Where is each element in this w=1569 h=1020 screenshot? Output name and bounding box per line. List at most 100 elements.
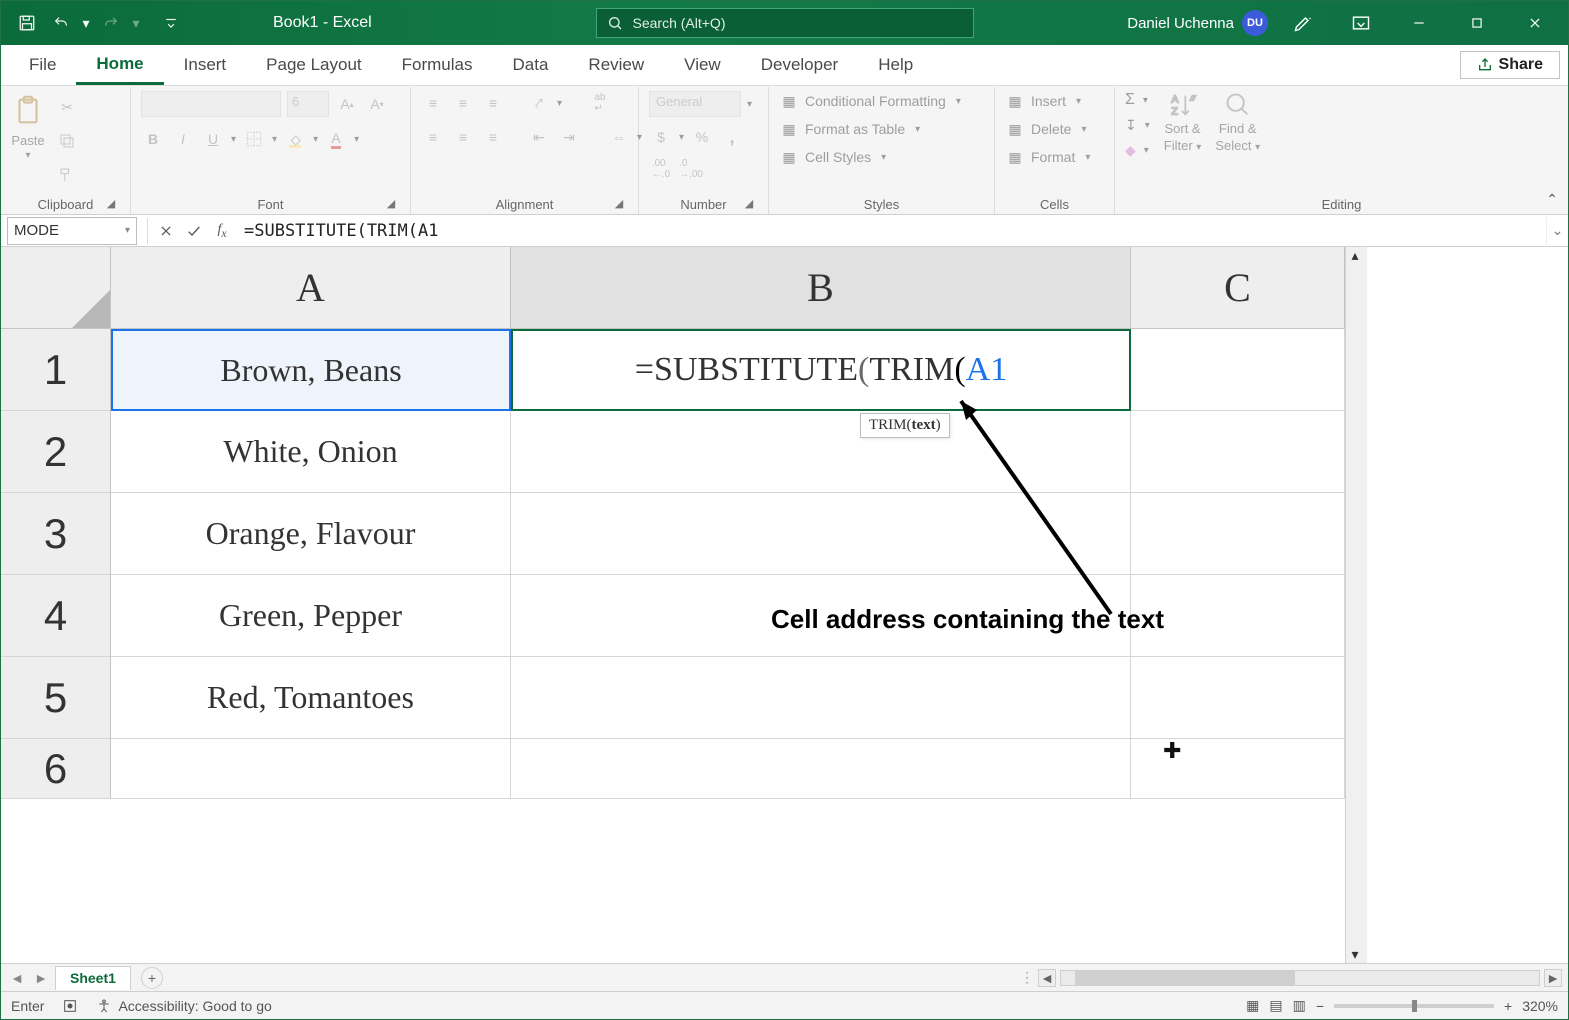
cell-A4[interactable]: Green, Pepper: [111, 575, 511, 657]
underline-button[interactable]: U: [201, 127, 225, 151]
cell-B3[interactable]: [511, 493, 1131, 575]
scroll-down-icon[interactable]: ▾: [1352, 946, 1362, 963]
chevron-down-icon[interactable]: ▾: [747, 99, 752, 110]
undo-icon[interactable]: [47, 9, 75, 37]
row-header-4[interactable]: 4: [1, 575, 111, 657]
col-header-A[interactable]: A: [111, 247, 511, 329]
chevron-down-icon[interactable]: ▾: [313, 134, 318, 145]
tab-page-layout[interactable]: Page Layout: [246, 45, 381, 85]
chevron-down-icon[interactable]: ▾: [272, 134, 277, 145]
font-color-icon[interactable]: A: [324, 127, 348, 151]
cell-A6[interactable]: [111, 739, 511, 799]
align-bottom-icon[interactable]: ≡: [481, 91, 505, 115]
insert-function-icon[interactable]: fx: [208, 217, 236, 245]
bold-button[interactable]: B: [141, 127, 165, 151]
save-icon[interactable]: [13, 9, 41, 37]
fill-button[interactable]: ↧ ▾: [1125, 117, 1150, 134]
row-header-5[interactable]: 5: [1, 657, 111, 739]
align-middle-icon[interactable]: ≡: [451, 91, 475, 115]
chevron-down-icon[interactable]: ▾: [557, 98, 562, 109]
merge-center-icon[interactable]: ⇔: [607, 125, 631, 149]
scroll-right-icon[interactable]: ►: [1544, 969, 1562, 987]
increase-font-icon[interactable]: A▴: [335, 92, 359, 116]
zoom-slider-knob[interactable]: [1412, 1000, 1417, 1012]
row-header-3[interactable]: 3: [1, 493, 111, 575]
conditional-formatting-button[interactable]: ▦ Conditional Formatting ▾: [779, 91, 961, 111]
name-box[interactable]: MODE ▾: [7, 217, 137, 245]
row-header-6[interactable]: 6: [1, 739, 111, 799]
undo-dropdown-icon[interactable]: ▾: [81, 9, 91, 37]
format-as-table-button[interactable]: ▦ Format as Table ▾: [779, 119, 920, 139]
sheet-tab[interactable]: Sheet1: [55, 966, 131, 990]
find-select-button[interactable]: Find & Select ▾: [1215, 91, 1260, 153]
cell-B5[interactable]: [511, 657, 1131, 739]
tab-insert[interactable]: Insert: [164, 45, 247, 85]
font-size-combobox[interactable]: 6: [287, 91, 329, 117]
close-icon[interactable]: [1512, 1, 1558, 45]
redo-dropdown-icon[interactable]: ▾: [131, 9, 141, 37]
accessibility-button[interactable]: Accessibility: Good to go: [96, 998, 271, 1014]
align-top-icon[interactable]: ≡: [421, 91, 445, 115]
sort-filter-button[interactable]: AZ Sort & Filter ▾: [1164, 91, 1202, 153]
select-all-corner[interactable]: [1, 247, 111, 329]
redo-icon[interactable]: [97, 9, 125, 37]
cut-icon[interactable]: ✂: [55, 95, 79, 119]
expand-formula-bar-icon[interactable]: ⌄: [1546, 217, 1568, 245]
tab-review[interactable]: Review: [568, 45, 664, 85]
add-sheet-button[interactable]: +: [141, 967, 163, 989]
cell-C2[interactable]: [1131, 411, 1345, 493]
macro-record-icon[interactable]: [62, 998, 78, 1014]
align-left-icon[interactable]: ≡: [421, 125, 445, 149]
launcher-icon[interactable]: ◢: [104, 196, 118, 210]
chevron-down-icon[interactable]: ▾: [679, 132, 684, 143]
increase-indent-icon[interactable]: ⇥: [557, 125, 581, 149]
cell-A2[interactable]: White, Onion: [111, 411, 511, 493]
paste-button[interactable]: Paste ▾: [11, 91, 45, 161]
chevron-down-icon[interactable]: ▾: [231, 134, 236, 145]
autosum-button[interactable]: Σ ▾: [1125, 91, 1150, 109]
formula-input[interactable]: [236, 217, 1546, 245]
borders-icon[interactable]: [242, 127, 266, 151]
scroll-left-icon[interactable]: ◄: [1038, 969, 1056, 987]
cell-C1[interactable]: [1131, 329, 1345, 411]
col-header-B[interactable]: B: [511, 247, 1131, 329]
hscroll-thumb[interactable]: [1075, 971, 1295, 985]
scroll-up-icon[interactable]: ▴: [1352, 247, 1362, 264]
decrease-indent-icon[interactable]: ⇤: [527, 125, 551, 149]
view-page-break-icon[interactable]: ▥: [1293, 997, 1306, 1014]
format-painter-icon[interactable]: [55, 163, 79, 187]
format-cells-button[interactable]: ▦Format▾: [1005, 147, 1090, 167]
maximize-icon[interactable]: [1454, 1, 1500, 45]
account-button[interactable]: Daniel Uchenna DU: [1127, 10, 1268, 36]
increase-decimal-icon[interactable]: .00←.0: [649, 157, 673, 181]
font-name-combobox[interactable]: [141, 91, 281, 117]
horizontal-scrollbar[interactable]: ◄ ►: [1038, 969, 1562, 987]
view-page-layout-icon[interactable]: ▤: [1269, 997, 1282, 1014]
sheet-nav-prev-icon[interactable]: ◄: [7, 968, 27, 988]
draw-mode-icon[interactable]: [1280, 1, 1326, 45]
minimize-icon[interactable]: [1396, 1, 1442, 45]
clear-button[interactable]: ◆ ▾: [1125, 142, 1150, 159]
copy-icon[interactable]: [55, 129, 79, 153]
tab-file[interactable]: File: [9, 45, 76, 85]
enter-formula-icon[interactable]: [180, 217, 208, 245]
launcher-icon[interactable]: ◢: [612, 196, 626, 210]
comma-format-icon[interactable]: ,: [720, 125, 744, 149]
row-header-2[interactable]: 2: [1, 411, 111, 493]
decrease-font-icon[interactable]: A▾: [365, 92, 389, 116]
decrease-decimal-icon[interactable]: .0→.00: [679, 157, 703, 181]
tab-developer[interactable]: Developer: [741, 45, 859, 85]
collapse-ribbon-icon[interactable]: ⌃: [1546, 191, 1558, 208]
zoom-in-button[interactable]: +: [1504, 998, 1512, 1014]
vertical-scrollbar[interactable]: ▴: [1345, 247, 1367, 329]
cell-A3[interactable]: Orange, Flavour: [111, 493, 511, 575]
sheet-nav-next-icon[interactable]: ►: [31, 968, 51, 988]
insert-cells-button[interactable]: ▦Insert▾: [1005, 91, 1081, 111]
tab-data[interactable]: Data: [493, 45, 569, 85]
orientation-icon[interactable]: ⤤: [527, 91, 551, 115]
cell-styles-button[interactable]: ▦ Cell Styles ▾: [779, 147, 886, 167]
col-header-C[interactable]: C: [1131, 247, 1345, 329]
cell-C3[interactable]: [1131, 493, 1345, 575]
zoom-level[interactable]: 320%: [1522, 998, 1558, 1014]
cancel-formula-icon[interactable]: [152, 217, 180, 245]
